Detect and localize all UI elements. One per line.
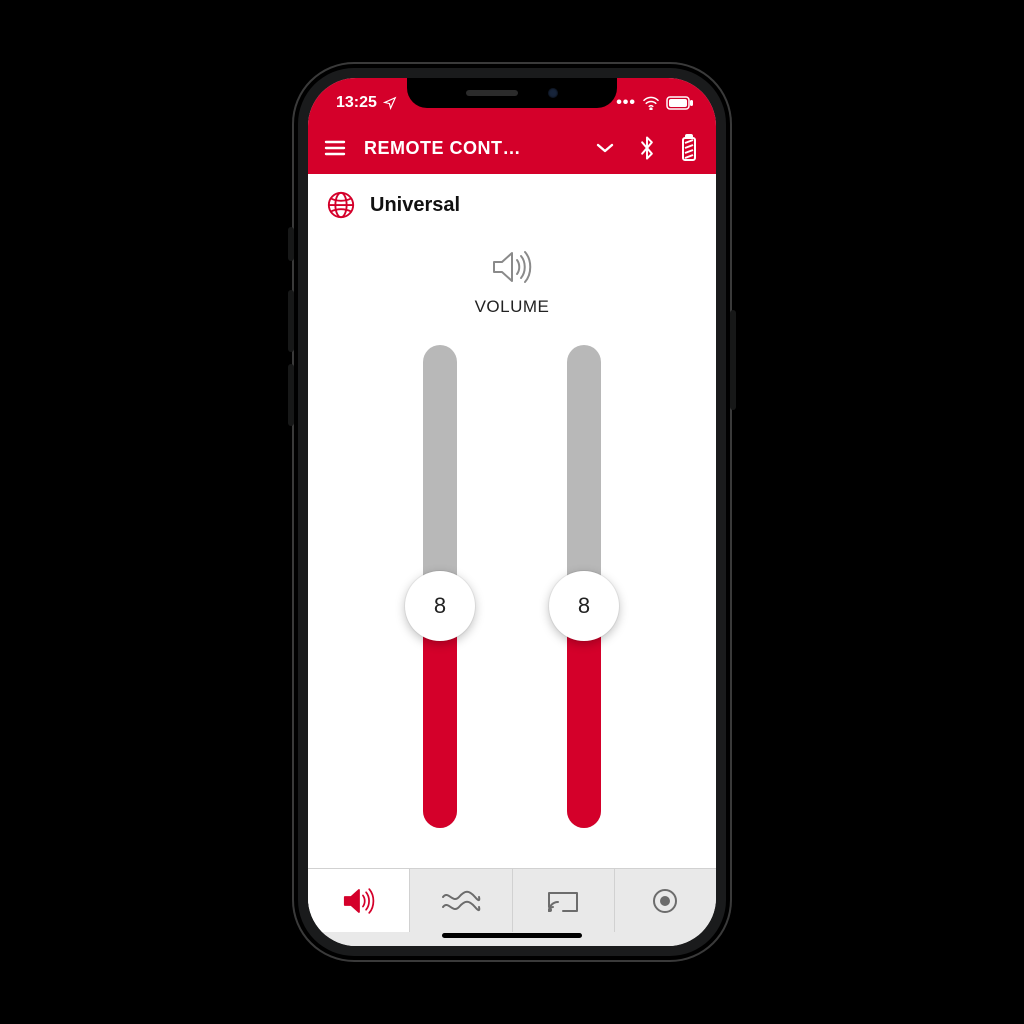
volume-slider-left[interactable]: 8 — [418, 345, 462, 828]
tab-sound-balance[interactable] — [410, 868, 512, 932]
volume-panel: VOLUME 8 8 — [308, 236, 716, 868]
target-icon — [650, 886, 680, 916]
volume-slider-right[interactable]: 8 — [562, 345, 606, 828]
device-battery-button[interactable] — [676, 134, 702, 162]
slider-value: 8 — [434, 593, 446, 619]
cast-icon — [545, 887, 581, 915]
program-row[interactable]: Universal — [308, 174, 716, 237]
slider-value: 8 — [578, 593, 590, 619]
chevron-down-icon — [592, 136, 618, 160]
program-name: Universal — [370, 194, 460, 217]
program-dropdown-button[interactable] — [592, 136, 618, 160]
app-header: REMOTE CONT… — [308, 122, 716, 174]
wave-icon — [441, 887, 481, 915]
menu-button[interactable] — [322, 136, 348, 160]
wifi-icon — [642, 96, 660, 110]
volume-section-icon-wrap — [490, 248, 534, 291]
tab-streaming[interactable] — [513, 868, 615, 932]
slider-thumb[interactable]: 8 — [405, 571, 475, 641]
phone-side-button — [288, 227, 294, 261]
phone-side-button — [730, 310, 736, 410]
volume-sliders: 8 8 — [308, 317, 716, 868]
phone-frame: 13:25 ••• — [292, 62, 732, 962]
status-right: ••• — [616, 94, 694, 112]
device-battery-icon — [680, 134, 698, 162]
status-time: 13:25 — [336, 94, 377, 112]
bluetooth-button[interactable] — [634, 135, 660, 161]
bluetooth-icon — [636, 135, 658, 161]
volume-label: VOLUME — [475, 297, 550, 317]
phone-side-button — [288, 290, 294, 352]
slider-track: 8 — [423, 345, 457, 828]
volume-icon — [341, 886, 377, 916]
battery-icon — [666, 96, 694, 110]
slider-track: 8 — [567, 345, 601, 828]
globe-icon — [326, 190, 356, 220]
volume-icon — [490, 248, 534, 286]
status-left: 13:25 — [336, 94, 397, 112]
tab-tinnitus[interactable] — [615, 868, 716, 932]
hamburger-icon — [323, 136, 347, 160]
header-title: REMOTE CONT… — [364, 138, 576, 159]
phone-side-button — [288, 364, 294, 426]
location-icon — [383, 96, 397, 110]
more-status-icon: ••• — [616, 94, 636, 112]
tab-volume[interactable] — [308, 868, 410, 932]
phone-notch — [407, 78, 617, 108]
home-indicator[interactable] — [442, 933, 582, 938]
slider-thumb[interactable]: 8 — [549, 571, 619, 641]
phone-screen: 13:25 ••• — [308, 78, 716, 946]
